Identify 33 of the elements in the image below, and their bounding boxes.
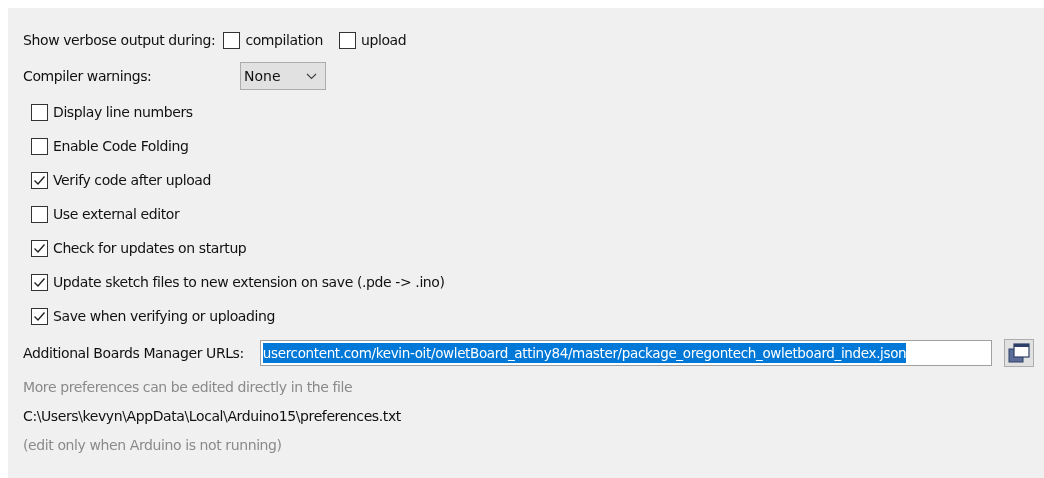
checkbox[interactable]	[31, 307, 48, 325]
checkbox[interactable]	[31, 273, 48, 291]
checkbox-label: upload	[361, 30, 407, 50]
url-field[interactable]: usercontent.com/kevin-oit/owletBoard_attiny84/master/package_oregontech_owletboard_index.json	[259, 340, 992, 366]
hint-text: (edit only when Arduino is not running)	[23, 436, 282, 455]
setting-label: Compiler warnings:	[23, 66, 153, 86]
checkbox-label: Verify code after upload	[53, 170, 212, 190]
checkbox-label: compilation	[245, 30, 323, 50]
checkbox[interactable]	[339, 31, 356, 49]
checkbox[interactable]	[31, 103, 48, 121]
warnings-dropdown[interactable]: None	[240, 62, 326, 90]
checkbox[interactable]	[31, 205, 48, 223]
checkbox-label: Check for updates on startup	[53, 238, 247, 258]
setting-label: Show verbose output during:	[23, 30, 216, 50]
checkbox[interactable]	[31, 137, 48, 155]
windows-icon	[1007, 343, 1030, 363]
checkbox-label: Use external editor	[53, 204, 180, 224]
checkbox[interactable]	[223, 31, 241, 49]
hint-text: More preferences can be edited directly in the file	[23, 378, 353, 397]
checkmark-icon	[33, 277, 46, 287]
checkmark-icon	[33, 175, 46, 185]
checkbox-label: Enable Code Folding	[53, 136, 189, 156]
checkbox-label: Save when verifying or uploading	[53, 306, 275, 326]
edit-urls-button[interactable]	[1003, 339, 1034, 367]
checkbox-label: Display line numbers	[53, 102, 193, 122]
checkmark-icon	[33, 243, 46, 253]
chevron-down-icon	[306, 72, 317, 80]
checkmark-icon	[33, 311, 46, 321]
checkbox-label: Update sketch files to new extension on save (.pde -> .ino)	[53, 272, 445, 292]
checkbox[interactable]	[31, 239, 48, 257]
checkbox[interactable]	[31, 171, 48, 189]
setting-label: Additional Boards Manager URLs:	[23, 343, 244, 363]
file-path: C:\Users\kevyn\AppData\Local\Arduino15\preferences.txt	[23, 407, 401, 426]
